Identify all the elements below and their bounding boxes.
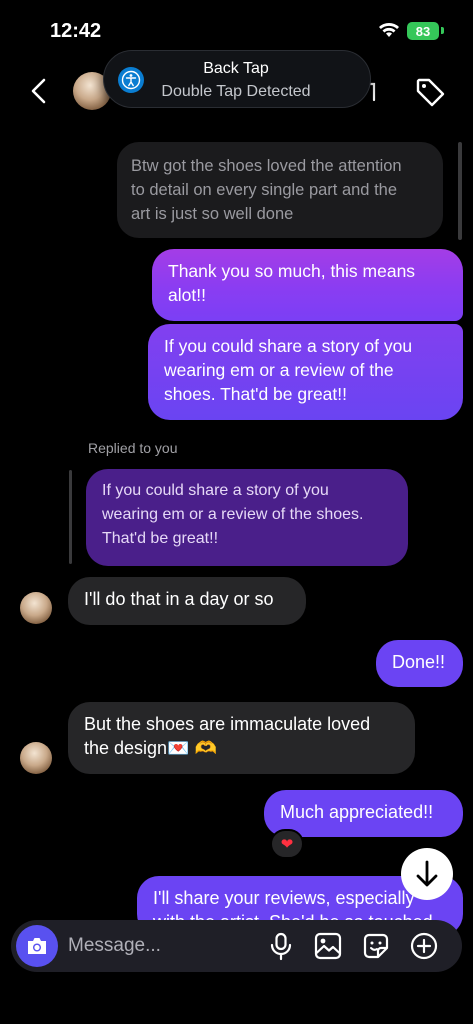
tag-icon[interactable]: [414, 76, 446, 108]
battery-indicator: 83: [407, 22, 439, 40]
message-text: Much appreciated!!: [280, 802, 434, 822]
message-line: to detail on every single part and the: [131, 181, 398, 199]
message-line: That'd be great!!: [102, 530, 219, 547]
message-text: Done!!: [392, 652, 446, 672]
camera-icon: [28, 938, 46, 954]
microphone-icon[interactable]: [266, 931, 296, 961]
emoji: 💌 🫶: [167, 738, 217, 758]
message-input[interactable]: [68, 934, 258, 958]
message-line: alot!!: [168, 285, 206, 305]
outgoing-message[interactable]: If you could share a story of you wearin…: [148, 324, 463, 420]
incoming-message[interactable]: But the shoes are immaculate loved the d…: [68, 702, 415, 774]
toast-subtitle: Double Tap Detected: [161, 83, 311, 100]
quoted-message[interactable]: If you could share a story of you wearin…: [86, 469, 408, 566]
message-line: But the shoes are immaculate loved: [84, 714, 371, 734]
outgoing-message[interactable]: Thank you so much, this means alot!!: [152, 249, 463, 321]
replied-label: Replied to you: [88, 440, 178, 456]
camera-button[interactable]: [16, 925, 58, 967]
message-line: If you could share a story of you: [102, 482, 329, 499]
message-line: I'll share your reviews, especially: [153, 888, 415, 908]
message-line: shoes. That'd be great!!: [164, 384, 347, 404]
incoming-message[interactable]: Btw got the shoes loved the attention to…: [117, 142, 443, 238]
message-line: art is just so well done: [131, 205, 294, 223]
message-line: the design💌 🫶: [84, 736, 399, 760]
message-text: the design: [84, 738, 168, 758]
status-time: 12:42: [50, 20, 102, 42]
toast-title: Back Tap: [203, 60, 269, 77]
message-line: If you could share a story of you: [164, 336, 413, 356]
accessibility-icon: [118, 67, 144, 93]
back-arrow-icon[interactable]: [26, 76, 54, 106]
message-line: Thank you so much, this means: [168, 261, 416, 281]
scroll-down-button[interactable]: [401, 848, 453, 900]
sender-avatar[interactable]: [20, 742, 52, 774]
wifi-icon: [379, 23, 399, 37]
sender-avatar[interactable]: [20, 592, 52, 624]
message-line: wearing em or a review of the: [164, 360, 394, 380]
outgoing-message[interactable]: Done!!: [376, 640, 463, 687]
scrollbar[interactable]: [458, 142, 462, 240]
arrow-down-icon: [416, 860, 438, 887]
message-text: I'll do that in a day or so: [84, 589, 274, 609]
plus-circle-icon[interactable]: [409, 931, 439, 961]
battery-tip: [441, 27, 444, 34]
reply-indicator-line: [69, 470, 72, 564]
incoming-message[interactable]: I'll do that in a day or so: [68, 577, 306, 625]
heart-reaction[interactable]: ❤: [270, 829, 304, 859]
sticker-icon[interactable]: [361, 931, 391, 961]
message-line: wearing em or a review of the shoes.: [102, 506, 364, 523]
message-line: Btw got the shoes loved the attention: [131, 157, 402, 175]
gallery-icon[interactable]: [313, 931, 343, 961]
